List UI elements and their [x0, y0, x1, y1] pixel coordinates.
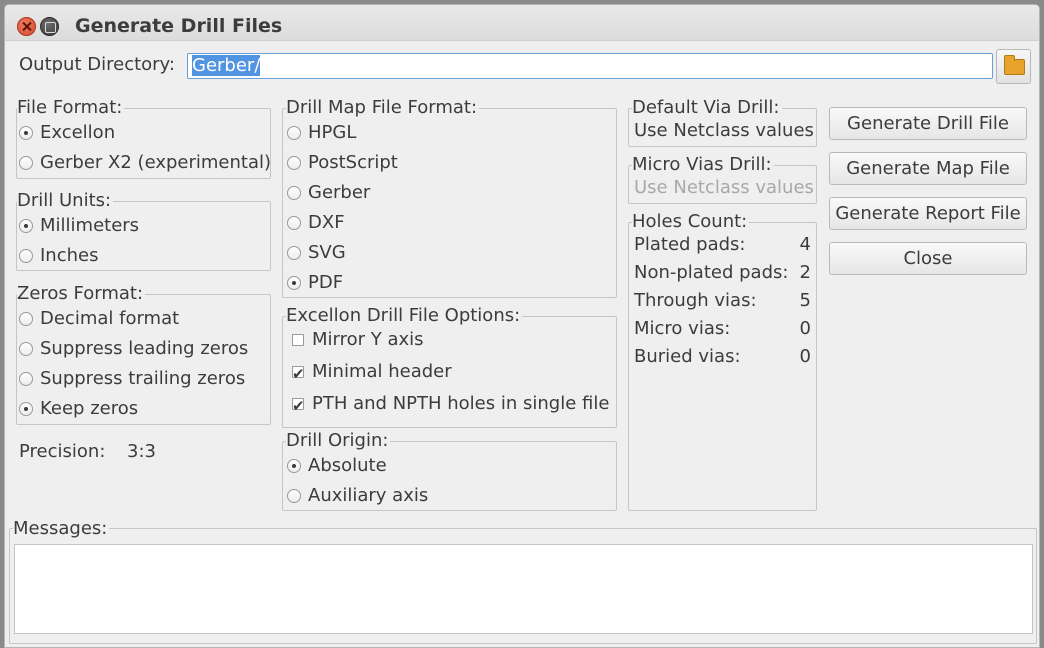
plated-pads-value: 4 [799, 234, 811, 255]
zeros-format-title: Zeros Format: [17, 283, 146, 304]
radio-gerber[interactable] [287, 186, 301, 200]
close-button[interactable]: Close [829, 242, 1027, 275]
drill-units-title: Drill Units: [17, 190, 114, 211]
output-directory-input[interactable]: Gerber/ [187, 53, 993, 79]
radio-hpgl[interactable] [287, 126, 301, 140]
drill-units-mm-label: Millimeters [40, 215, 140, 236]
browse-folder-button[interactable] [996, 49, 1031, 84]
messages-title: Messages: [13, 518, 110, 539]
micro-vias-value: 0 [799, 318, 811, 339]
zeros-decimal-label: Decimal format [40, 308, 180, 329]
maximize-icon[interactable] [40, 17, 59, 36]
generate-drill-file-button[interactable]: Generate Drill File [829, 107, 1027, 140]
checkbox-minimal-header[interactable] [292, 361, 305, 387]
file-format-excellon-label: Excellon [40, 122, 116, 143]
radio-absolute[interactable] [287, 459, 301, 473]
precision-value: 3:3 [127, 441, 156, 462]
pth-npth-label: PTH and NPTH holes in single file [312, 393, 610, 414]
title-bar: Generate Drill Files [5, 5, 1039, 41]
close-icon[interactable] [17, 17, 36, 36]
plated-pads-label: Plated pads: [634, 234, 746, 255]
radio-decimal-format[interactable] [19, 312, 33, 326]
file-format-gerber-label: Gerber X2 (experimental) [40, 152, 272, 173]
precision-label: Precision: [19, 441, 106, 462]
map-pdf-label: PDF [308, 272, 344, 293]
zeros-leading-label: Suppress leading zeros [40, 338, 249, 359]
non-plated-pads-label: Non-plated pads: [634, 262, 789, 283]
radio-suppress-trailing[interactable] [19, 372, 33, 386]
through-vias-value: 5 [799, 290, 811, 311]
drill-map-title: Drill Map File Format: [286, 97, 480, 118]
messages-output[interactable] [14, 544, 1033, 634]
map-hpgl-label: HPGL [308, 122, 357, 143]
folder-icon [1004, 55, 1025, 75]
radio-auxiliary-axis[interactable] [287, 489, 301, 503]
minimal-header-label: Minimal header [312, 361, 452, 382]
micro-vias-label: Micro vias: [634, 318, 731, 339]
radio-gerber-x2[interactable] [19, 156, 33, 170]
map-postscript-label: PostScript [308, 152, 398, 173]
output-directory-label: Output Directory: [19, 54, 175, 75]
radio-excellon[interactable] [19, 126, 33, 140]
radio-dxf[interactable] [287, 216, 301, 230]
through-vias-label: Through vias: [634, 290, 757, 311]
radio-pdf[interactable] [287, 276, 301, 290]
generate-map-file-button[interactable]: Generate Map File [829, 152, 1027, 185]
drill-origin-title: Drill Origin: [286, 430, 391, 451]
dialog-window: Generate Drill Files Output Directory: G… [4, 4, 1040, 648]
map-dxf-label: DXF [308, 212, 345, 233]
generate-report-file-button[interactable]: Generate Report File [829, 197, 1027, 230]
non-plated-pads-value: 2 [799, 262, 811, 283]
window-title: Generate Drill Files [75, 15, 283, 37]
excellon-options-title: Excellon Drill File Options: [286, 305, 523, 326]
checkbox-pth-npth[interactable] [292, 393, 305, 419]
radio-millimeters[interactable] [19, 219, 33, 233]
zeros-keep-label: Keep zeros [40, 398, 139, 419]
default-via-title: Default Via Drill: [632, 97, 782, 118]
origin-auxiliary-label: Auxiliary axis [308, 485, 429, 506]
drill-units-inch-label: Inches [40, 245, 99, 266]
mirror-y-label: Mirror Y axis [312, 329, 424, 350]
radio-postscript[interactable] [287, 156, 301, 170]
holes-count-title: Holes Count: [632, 211, 750, 232]
checkbox-mirror-y[interactable] [292, 334, 304, 346]
file-format-title: File Format: [17, 97, 125, 118]
radio-keep-zeros[interactable] [19, 402, 33, 416]
radio-inches[interactable] [19, 249, 33, 263]
micro-via-title: Micro Vias Drill: [632, 154, 774, 175]
buried-vias-value: 0 [799, 346, 811, 367]
default-via-value: Use Netclass values [634, 120, 814, 141]
radio-suppress-leading[interactable] [19, 342, 33, 356]
radio-svg[interactable] [287, 246, 301, 260]
map-svg-label: SVG [308, 242, 346, 263]
map-gerber-label: Gerber [308, 182, 371, 203]
origin-absolute-label: Absolute [308, 455, 387, 476]
micro-via-value: Use Netclass values [634, 177, 814, 198]
buried-vias-label: Buried vias: [634, 346, 741, 367]
zeros-trailing-label: Suppress trailing zeros [40, 368, 246, 389]
output-directory-value: Gerber/ [192, 55, 261, 76]
